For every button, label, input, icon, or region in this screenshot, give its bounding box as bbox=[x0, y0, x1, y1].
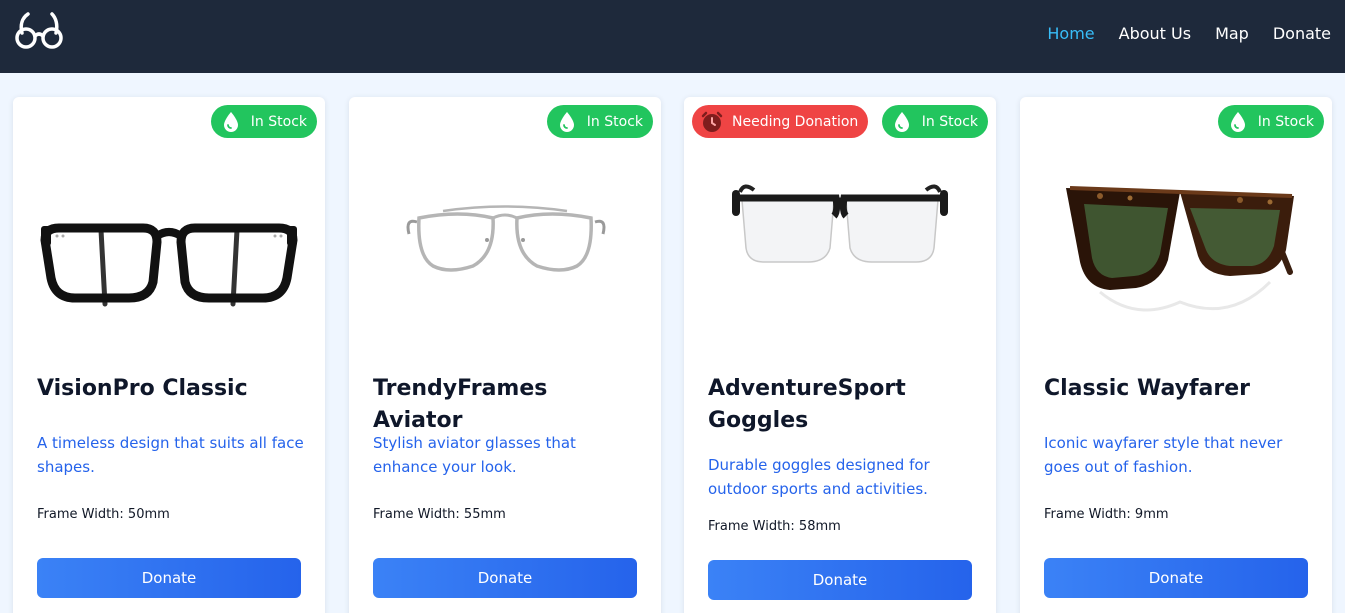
nav-map-link[interactable]: Map bbox=[1215, 24, 1249, 43]
frame-width: Frame Width: 58mm bbox=[708, 519, 841, 534]
product-card: In Stock VisionPro Classic A timeless de… bbox=[13, 97, 325, 613]
frame-width: Frame Width: 50mm bbox=[37, 507, 170, 522]
badge-label: In Stock bbox=[1257, 113, 1314, 130]
tortoise-wayfarer-sunglasses-icon bbox=[1040, 152, 1312, 357]
black-square-glasses-icon bbox=[33, 152, 305, 357]
product-card: In Stock Classic Wayfarer Iconic wayfare… bbox=[1020, 97, 1332, 613]
nav-home-link[interactable]: Home bbox=[1047, 24, 1094, 43]
needing-donation-badge: Needing Donation bbox=[692, 105, 869, 138]
product-title: AdventureSport Goggles bbox=[708, 376, 906, 433]
frame-width: Frame Width: 9mm bbox=[1044, 507, 1169, 522]
badge-label: In Stock bbox=[586, 113, 643, 130]
product-title: TrendyFrames Aviator bbox=[373, 376, 548, 433]
product-card: In Stock TrendyFrames Aviator Stylish av… bbox=[349, 97, 661, 613]
frame-width: Frame Width: 55mm bbox=[373, 507, 506, 522]
badge-label: In Stock bbox=[250, 113, 307, 130]
donate-button[interactable]: Donate bbox=[1044, 558, 1308, 598]
silver-aviator-glasses-icon bbox=[369, 152, 641, 357]
product-title: VisionPro Classic bbox=[37, 376, 248, 401]
half-rim-glasses-icon bbox=[704, 152, 976, 357]
badge-label: In Stock bbox=[921, 113, 978, 130]
droplet-icon bbox=[555, 110, 579, 134]
droplet-icon bbox=[1226, 110, 1250, 134]
in-stock-badge: In Stock bbox=[1217, 105, 1324, 138]
droplet-icon bbox=[219, 110, 243, 134]
main-nav: Home About Us Map Donate bbox=[1047, 0, 1331, 67]
donate-button[interactable]: Donate bbox=[37, 558, 301, 598]
product-description: Stylish aviator glasses that enhance you… bbox=[373, 434, 576, 476]
nav-about-link[interactable]: About Us bbox=[1119, 24, 1191, 43]
nav-donate-link[interactable]: Donate bbox=[1273, 24, 1331, 43]
donate-button[interactable]: Donate bbox=[373, 558, 637, 598]
product-card: Needing Donation In Stock AdventureSport… bbox=[684, 97, 996, 613]
navbar: Home About Us Map Donate bbox=[0, 0, 1345, 73]
in-stock-badge: In Stock bbox=[546, 105, 653, 138]
product-description: A timeless design that suits all face sh… bbox=[37, 434, 304, 476]
glasses-logo-icon[interactable] bbox=[14, 12, 64, 50]
in-stock-badge: In Stock bbox=[210, 105, 317, 138]
alarm-clock-icon bbox=[700, 110, 724, 134]
product-title: Classic Wayfarer bbox=[1044, 376, 1250, 401]
badge-label: Needing Donation bbox=[732, 113, 859, 130]
product-description: Iconic wayfarer style that never goes ou… bbox=[1044, 434, 1283, 476]
product-description: Durable goggles designed for outdoor spo… bbox=[708, 456, 930, 498]
donate-button[interactable]: Donate bbox=[708, 560, 972, 600]
droplet-icon bbox=[890, 110, 914, 134]
in-stock-badge: In Stock bbox=[881, 105, 988, 138]
